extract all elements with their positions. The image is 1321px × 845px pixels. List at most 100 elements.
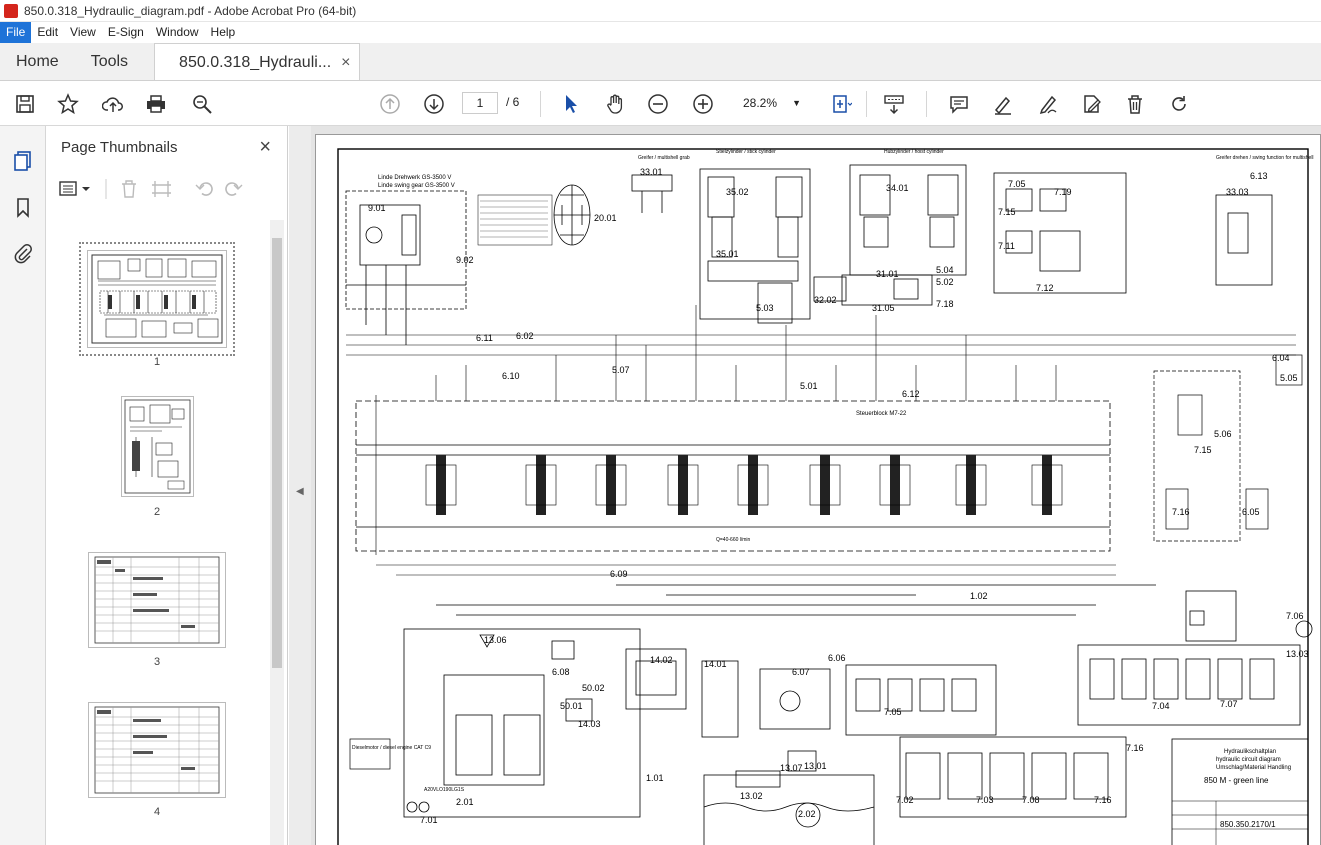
svg-text:31.01: 31.01 xyxy=(876,269,899,279)
svg-text:33.01: 33.01 xyxy=(640,167,663,177)
keyboard-scroll-icon[interactable] xyxy=(881,91,907,117)
tab-document[interactable]: 850.0.318_Hydrauli... × xyxy=(154,43,360,81)
page-total: / 6 xyxy=(506,95,520,109)
previous-page-icon[interactable] xyxy=(377,91,403,117)
svg-text:6.02: 6.02 xyxy=(516,331,534,341)
svg-text:7.06: 7.06 xyxy=(1286,611,1304,621)
bookmark-icon[interactable] xyxy=(10,194,36,220)
acrobat-app-icon xyxy=(4,3,18,18)
panel-splitter[interactable]: ◀ xyxy=(289,126,311,845)
menu-esign[interactable]: E-Sign xyxy=(102,22,150,43)
svg-text:13.01: 13.01 xyxy=(804,761,827,771)
save-icon[interactable] xyxy=(12,91,38,117)
bookmark-star-icon[interactable] xyxy=(55,91,81,117)
svg-text:6.04: 6.04 xyxy=(1272,353,1290,363)
thumbnail-1-preview xyxy=(91,254,223,344)
svg-text:5.05: 5.05 xyxy=(1280,373,1298,383)
thumbnail-2-label: 2 xyxy=(153,506,161,518)
hand-tool-icon[interactable] xyxy=(602,91,628,117)
page-thumbnail-2[interactable] xyxy=(121,396,194,497)
svg-text:31.05: 31.05 xyxy=(872,303,895,313)
edit-pdf-icon[interactable] xyxy=(1079,91,1105,117)
svg-text:7.18: 7.18 xyxy=(936,299,954,309)
tab-tools[interactable]: Tools xyxy=(75,43,144,80)
svg-text:6.08: 6.08 xyxy=(552,667,570,677)
tab-document-label: 850.0.318_Hydrauli... xyxy=(179,53,332,71)
svg-text:6.12: 6.12 xyxy=(902,389,920,399)
svg-text:13.03: 13.03 xyxy=(1286,649,1309,659)
select-cursor-icon[interactable] xyxy=(558,91,584,117)
title-number: 850.350.2170/1 xyxy=(1220,820,1276,829)
svg-text:7.04: 7.04 xyxy=(1152,701,1170,711)
zoom-level-value: 28.2% xyxy=(743,96,778,110)
sign-pen-icon[interactable] xyxy=(1035,91,1061,117)
comment-icon[interactable] xyxy=(946,91,972,117)
svg-text:9.01: 9.01 xyxy=(368,203,386,213)
redo-rotate-icon[interactable] xyxy=(1166,91,1192,117)
svg-text:1.01: 1.01 xyxy=(646,773,664,783)
next-page-icon[interactable] xyxy=(421,91,447,117)
svg-text:14.03: 14.03 xyxy=(578,719,601,729)
zoom-in-icon[interactable] xyxy=(690,91,716,117)
svg-text:6.11: 6.11 xyxy=(476,333,493,343)
page-thumbnail-1[interactable] xyxy=(79,242,235,356)
panel-close-icon[interactable]: × xyxy=(259,136,271,159)
thumbnail-4-preview xyxy=(94,706,220,794)
menu-window[interactable]: Window xyxy=(150,22,205,43)
page-thumbnail-4[interactable] xyxy=(88,702,226,798)
svg-text:6.10: 6.10 xyxy=(502,371,520,381)
label-hoist: Hubzylinder / hoist cylinder xyxy=(884,149,944,155)
svg-text:7.05: 7.05 xyxy=(1008,179,1026,189)
svg-text:5.06: 5.06 xyxy=(1214,429,1232,439)
menu-view[interactable]: View xyxy=(64,22,102,43)
svg-text:34.01: 34.01 xyxy=(886,183,909,193)
svg-text:7.15: 7.15 xyxy=(1194,445,1212,455)
scrollbar-thumb[interactable] xyxy=(272,238,282,668)
label-swing-gear-en: Linde swing gear GS-3500 V xyxy=(378,183,455,189)
page-thumbnails-icon[interactable] xyxy=(10,148,36,174)
title-block: Hydraulikschaltplan hydraulic circuit di… xyxy=(1171,738,1309,845)
cloud-upload-icon[interactable] xyxy=(100,91,126,117)
label-grab-swing: Greifer drehen / swing function for mult… xyxy=(1216,155,1314,161)
svg-text:35.02: 35.02 xyxy=(726,187,749,197)
document-view[interactable]: Linde Drehwerk GS-3500 V Linde swing gea… xyxy=(311,126,1321,845)
svg-text:7.15: 7.15 xyxy=(998,207,1016,217)
label-engine: Dieselmotor / diesel engine CAT C9 xyxy=(352,745,431,751)
svg-text:33.03: 33.03 xyxy=(1226,187,1249,197)
tab-home[interactable]: Home xyxy=(0,43,75,80)
svg-text:6.09: 6.09 xyxy=(610,569,628,579)
panel-tools-icons[interactable] xyxy=(58,176,258,202)
svg-text:50.02: 50.02 xyxy=(582,683,605,693)
menu-help[interactable]: Help xyxy=(205,22,242,43)
delete-trash-icon[interactable] xyxy=(1122,91,1148,117)
svg-text:14.01: 14.01 xyxy=(704,659,727,669)
attachment-paperclip-icon[interactable] xyxy=(10,240,36,266)
zoom-out-icon[interactable] xyxy=(645,91,671,117)
title-model: 850 M - green line xyxy=(1204,776,1269,785)
page-thumbnail-3[interactable] xyxy=(88,552,226,648)
svg-text:5.03: 5.03 xyxy=(756,303,774,313)
svg-text:13.07: 13.07 xyxy=(780,763,803,773)
fit-page-icon[interactable] xyxy=(828,91,854,117)
zoom-search-icon[interactable] xyxy=(189,91,215,117)
main-toolbar: 1 / 6 28.2% ▼ xyxy=(0,81,1321,126)
thumbnails-scrollbar[interactable] xyxy=(270,220,284,845)
tab-bar: Home Tools 850.0.318_Hydrauli... × xyxy=(0,43,1321,81)
menu-edit[interactable]: Edit xyxy=(31,22,64,43)
print-icon[interactable] xyxy=(143,91,169,117)
svg-text:7.03: 7.03 xyxy=(976,795,994,805)
collapse-arrow-icon[interactable]: ◀ xyxy=(296,486,304,497)
label-valve-block: Steuerblock M7-22 xyxy=(856,411,907,417)
page-number-input[interactable]: 1 xyxy=(462,92,498,114)
svg-text:7.16: 7.16 xyxy=(1126,743,1144,753)
label-grab: Greifer / multishell grab xyxy=(638,155,690,161)
svg-text:7.12: 7.12 xyxy=(1036,283,1054,293)
thumbnail-3-preview xyxy=(94,556,220,644)
tab-close-icon[interactable]: × xyxy=(341,44,350,81)
menu-file[interactable]: File xyxy=(0,22,32,43)
highlight-pen-icon[interactable] xyxy=(990,91,1016,117)
window-title: 850.0.318_Hydraulic_diagram.pdf - Adobe … xyxy=(24,3,357,18)
svg-text:5.04: 5.04 xyxy=(936,265,954,275)
svg-text:32.02: 32.02 xyxy=(814,295,837,305)
zoom-level-select[interactable]: 28.2% ▼ xyxy=(733,92,803,114)
